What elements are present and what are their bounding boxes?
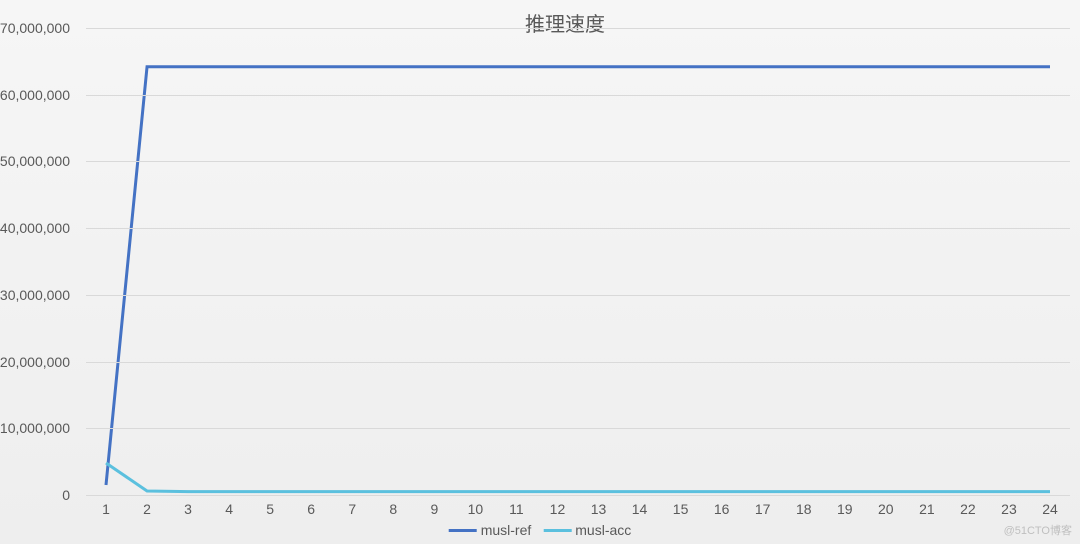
x-axis-tick-label: 17 [755,501,771,517]
grid-line [86,228,1070,229]
x-axis-tick-label: 4 [225,501,233,517]
grid-line [86,95,1070,96]
legend-swatch [449,529,477,532]
legend-label: musl-ref [481,522,532,538]
legend: musl-ref musl-acc [449,522,632,538]
grid-line [86,161,1070,162]
y-axis-tick-label: 10,000,000 [0,420,70,436]
x-axis-tick-label: 13 [591,501,607,517]
series-line-musl-ref [106,67,1050,485]
grid-line [86,428,1070,429]
x-axis-tick-label: 19 [837,501,853,517]
x-axis-tick-label: 21 [919,501,935,517]
grid-line [86,28,1070,29]
x-axis-tick-label: 11 [509,501,524,517]
legend-label: musl-acc [575,522,631,538]
x-axis-tick-label: 14 [632,501,648,517]
x-axis-tick-label: 8 [389,501,397,517]
y-axis-tick-label: 0 [0,487,70,503]
grid-line [86,495,1070,496]
x-axis-tick-label: 6 [307,501,315,517]
x-axis-tick-label: 1 [102,501,110,517]
legend-item-musl-acc: musl-acc [543,522,631,538]
x-axis-tick-label: 15 [673,501,689,517]
legend-swatch [543,529,571,532]
grid-line [86,362,1070,363]
x-axis-tick-label: 20 [878,501,894,517]
x-axis-tick-label: 18 [796,501,812,517]
x-axis-tick-label: 10 [468,501,484,517]
grid-line [86,295,1070,296]
y-axis-tick-label: 20,000,000 [0,354,70,370]
x-axis-tick-label: 16 [714,501,730,517]
x-axis-tick-label: 3 [184,501,192,517]
legend-item-musl-ref: musl-ref [449,522,532,538]
x-axis-tick-label: 5 [266,501,274,517]
y-axis-tick-label: 30,000,000 [0,287,70,303]
x-axis-tick-label: 7 [348,501,356,517]
x-axis-tick-label: 12 [550,501,566,517]
x-axis-tick-label: 24 [1042,501,1058,517]
x-axis-tick-label: 23 [1001,501,1017,517]
x-axis-tick-label: 9 [430,501,438,517]
series-line-musl-acc [106,463,1050,492]
chart-container: 推理速度 010,000,00020,000,00030,000,00040,0… [0,0,1080,544]
plot-area: 010,000,00020,000,00030,000,00040,000,00… [86,28,1070,495]
y-axis-tick-label: 70,000,000 [0,20,70,36]
x-axis-tick-label: 2 [143,501,151,517]
watermark: @51CTO博客 [1004,522,1072,538]
y-axis-tick-label: 50,000,000 [0,153,70,169]
x-axis-tick-label: 22 [960,501,976,517]
y-axis-tick-label: 40,000,000 [0,220,70,236]
line-series-svg [86,28,1070,495]
y-axis-tick-label: 60,000,000 [0,87,70,103]
